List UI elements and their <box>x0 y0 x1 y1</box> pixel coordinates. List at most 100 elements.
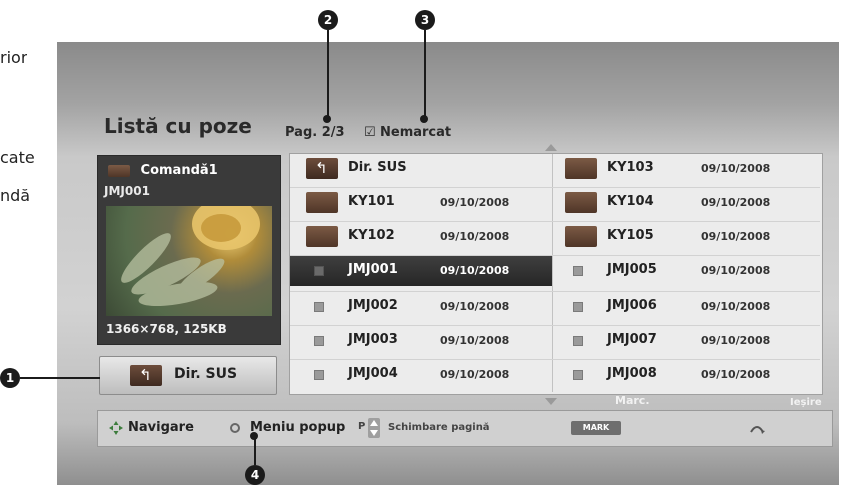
cut-text-2: cate <box>0 148 35 167</box>
folder-icon <box>108 164 130 177</box>
row-divider <box>290 255 820 256</box>
item-name: JMJ004 <box>348 366 398 381</box>
cut-text-3: ndă <box>0 186 31 205</box>
ok-button-icon <box>230 423 240 433</box>
item-name: JMJ007 <box>607 332 657 347</box>
list-item[interactable]: KY101 09/10/2008 <box>290 188 552 216</box>
item-date: 09/10/2008 <box>440 334 510 347</box>
tv-screen: Listă cu poze Pag. 2/3 ☑ Nemarcat Comand… <box>57 42 839 485</box>
folder-icon <box>306 226 338 247</box>
photo-file-icon <box>314 336 324 346</box>
callout-dot-2 <box>323 115 331 123</box>
row-divider <box>290 325 820 326</box>
item-date: 09/10/2008 <box>440 196 510 209</box>
callout-1: 1 <box>0 368 20 388</box>
item-date: 09/10/2008 <box>701 162 771 175</box>
item-name: Dir. SUS <box>348 160 407 175</box>
item-name: KY101 <box>348 194 395 209</box>
mark-status: Nemarcat <box>380 125 452 140</box>
folder-icon <box>565 158 597 179</box>
list-item[interactable]: KY102 09/10/2008 <box>290 222 552 250</box>
callout-line-2 <box>327 30 329 117</box>
popup-menu-label: Meniu popup <box>250 420 346 435</box>
item-date: 09/10/2008 <box>701 300 771 313</box>
photo-file-icon <box>314 302 324 312</box>
up-directory-button[interactable]: Dir. SUS <box>99 356 277 395</box>
row-divider <box>290 187 820 188</box>
item-name: KY102 <box>348 228 395 243</box>
help-bar: Navigare Meniu popup P Schimbare pagină … <box>97 410 833 447</box>
item-date: 09/10/2008 <box>440 230 510 243</box>
preview-file-name: JMJ001 <box>104 184 150 198</box>
callout-line-1 <box>20 377 100 379</box>
mark-checkbox-icon: ☑ <box>364 125 376 140</box>
photo-file-icon <box>314 266 324 276</box>
page-indicator: Pag. 2/3 <box>285 125 345 140</box>
list-item[interactable]: KY103 09/10/2008 <box>553 154 821 182</box>
list-item[interactable]: JMJ007 09/10/2008 <box>553 326 821 354</box>
callout-dot-4 <box>250 432 258 440</box>
item-name: JMJ006 <box>607 298 657 313</box>
up-folder-icon <box>130 365 162 386</box>
up-folder-icon <box>306 158 338 179</box>
file-grid: Dir. SUS KY101 09/10/2008 KY102 09/10/20… <box>289 153 823 395</box>
mark-key-label: Marc. <box>615 394 650 407</box>
list-item[interactable]: JMJ008 09/10/2008 <box>553 360 821 388</box>
item-name: JMJ008 <box>607 366 657 381</box>
scroll-up-arrow-icon[interactable] <box>545 144 557 151</box>
photo-file-icon <box>314 370 324 380</box>
scroll-down-arrow-icon[interactable] <box>545 398 557 405</box>
item-date: 09/10/2008 <box>440 264 510 277</box>
preview-panel: Comandă1 JMJ001 1366×768, 125KB <box>97 155 281 345</box>
item-date: 09/10/2008 <box>440 368 510 381</box>
item-date: 09/10/2008 <box>701 230 771 243</box>
exit-key-label: Ieșire <box>790 397 822 408</box>
list-item[interactable]: JMJ005 09/10/2008 <box>553 256 821 284</box>
photo-file-icon <box>573 370 583 380</box>
photo-file-icon <box>573 336 583 346</box>
preview-folder: Comandă1 <box>108 163 218 178</box>
row-divider <box>290 291 820 292</box>
list-item[interactable]: KY104 09/10/2008 <box>553 188 821 216</box>
preview-thumbnail <box>106 206 272 316</box>
photo-file-icon <box>573 266 583 276</box>
callout-line-4 <box>254 436 256 465</box>
up-directory-label: Dir. SUS <box>174 366 238 382</box>
list-item[interactable]: KY105 09/10/2008 <box>553 222 821 250</box>
callout-4: 4 <box>245 465 265 485</box>
item-name: KY103 <box>607 160 654 175</box>
item-date: 09/10/2008 <box>701 368 771 381</box>
list-item[interactable]: JMJ002 09/10/2008 <box>290 292 552 320</box>
folder-icon <box>565 226 597 247</box>
callout-3: 3 <box>415 10 435 30</box>
list-item[interactable]: Dir. SUS <box>290 154 552 182</box>
navigation-icon <box>108 420 124 436</box>
list-item[interactable]: JMJ003 09/10/2008 <box>290 326 552 354</box>
preview-resolution: 1366×768, 125KB <box>106 322 227 336</box>
list-item[interactable]: JMJ006 09/10/2008 <box>553 292 821 320</box>
item-name: JMJ003 <box>348 332 398 347</box>
mark-key-icon: MARK <box>571 421 621 435</box>
list-item-selected[interactable]: JMJ001 09/10/2008 <box>290 256 552 286</box>
preview-folder-name: Comandă1 <box>140 163 218 178</box>
photo-file-icon <box>573 302 583 312</box>
exit-back-icon <box>748 420 766 436</box>
navigate-label: Navigare <box>128 420 194 435</box>
page-key-icon: P <box>358 421 366 432</box>
folder-icon <box>306 192 338 213</box>
page-title: Listă cu poze <box>104 114 252 138</box>
callout-dot-3 <box>420 115 428 123</box>
callout-2: 2 <box>318 10 338 30</box>
item-date: 09/10/2008 <box>701 264 771 277</box>
folder-icon <box>565 192 597 213</box>
callout-line-3 <box>424 30 426 117</box>
list-item[interactable]: JMJ004 09/10/2008 <box>290 360 552 388</box>
item-name: JMJ001 <box>348 262 398 277</box>
page-updown-icon <box>368 418 380 438</box>
item-date: 09/10/2008 <box>440 300 510 313</box>
item-date: 09/10/2008 <box>701 334 771 347</box>
row-divider <box>290 359 820 360</box>
page-change-label: Schimbare pagină <box>388 422 490 433</box>
cut-text-1: rior <box>0 48 28 67</box>
item-date: 09/10/2008 <box>701 196 771 209</box>
